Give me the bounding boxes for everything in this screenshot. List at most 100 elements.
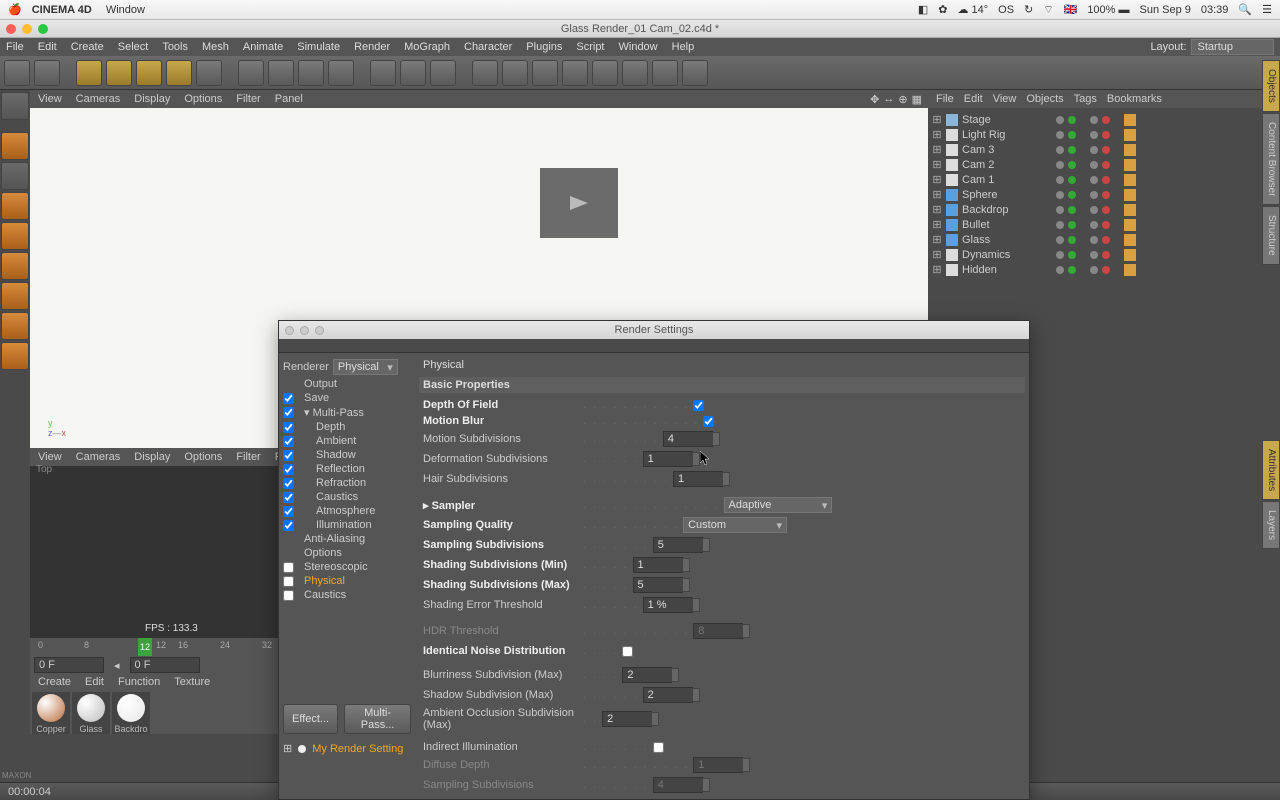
wifi-icon[interactable]: ⌔ [1043,3,1053,17]
property-input[interactable] [673,471,723,487]
tab-attributes[interactable]: Attributes [1262,440,1280,500]
vp-display[interactable]: Display [134,93,170,105]
property-input[interactable] [602,711,652,727]
render-tree-item[interactable]: Refraction [281,476,413,490]
preset-icon[interactable]: ⊞ [283,742,292,755]
notifications-icon[interactable]: ☰ [1262,3,1272,16]
vp-nav-icon[interactable]: ⊕ [898,93,907,106]
axis-mode[interactable] [1,312,29,340]
z-axis-lock[interactable] [298,60,324,86]
property-input[interactable] [643,597,693,613]
spinner[interactable] [702,778,710,792]
menu-create[interactable]: Create [71,41,104,53]
coord-system[interactable] [328,60,354,86]
point-mode[interactable] [1,222,29,250]
close-button[interactable] [6,24,16,34]
sync-icon[interactable]: ↻ [1024,3,1033,16]
tab-structure[interactable]: Structure [1262,206,1280,265]
property-input[interactable] [633,557,683,573]
property-select[interactable]: Adaptive [724,497,833,513]
render-tree-item[interactable]: Illumination [281,518,413,532]
property-input[interactable] [622,667,672,683]
vp-nav-icon[interactable]: ✥ [870,93,879,106]
material-swatch[interactable]: Copper [32,692,70,734]
spinner[interactable] [742,758,750,772]
material-swatch[interactable]: Backdro [112,692,150,734]
menu-file[interactable]: File [6,41,24,53]
vp-options[interactable]: Options [184,451,222,463]
y-axis-lock[interactable] [268,60,294,86]
spinner[interactable] [651,712,659,726]
property-input[interactable] [633,577,683,593]
vp-nav-icon[interactable]: ▦ [912,93,922,106]
render-tree-item[interactable]: Caustics [281,588,413,602]
spotlight-icon[interactable]: 🔍 [1238,3,1252,16]
layout-select[interactable]: Startup [1191,39,1274,55]
flag-icon[interactable]: 🇬🇧 [1064,3,1078,16]
dialog-minimize[interactable] [300,326,309,335]
vp-options[interactable]: Options [184,93,222,105]
menu-select[interactable]: Select [118,41,149,53]
object-row[interactable]: ⊞ Cam 3 [932,142,1276,157]
render-tree-item[interactable]: Save [281,391,413,405]
object-row[interactable]: ⊞ Sphere [932,187,1276,202]
render-picture-viewer[interactable] [400,60,426,86]
menu-mograph[interactable]: MoGraph [404,41,450,53]
spinner[interactable] [702,538,710,552]
add-deformer[interactable] [592,60,618,86]
object-row[interactable]: ⊞ Cam 2 [932,157,1276,172]
menu-animate[interactable]: Animate [243,41,283,53]
polygon-mode[interactable] [1,282,29,310]
tab-layers[interactable]: Layers [1262,501,1280,549]
preset-name[interactable]: My Render Setting [312,743,403,755]
menu-render[interactable]: Render [354,41,390,53]
render-settings-button[interactable] [430,60,456,86]
redo-button[interactable] [34,60,60,86]
x-axis-lock[interactable] [238,60,264,86]
spinner[interactable] [682,558,690,572]
property-input[interactable] [653,537,703,553]
property-input[interactable] [643,687,693,703]
multipass-button[interactable]: Multi-Pass... [344,704,411,734]
menu-plugins[interactable]: Plugins [526,41,562,53]
menu-tools[interactable]: Tools [162,41,188,53]
spinner[interactable] [722,472,730,486]
object-row[interactable]: ⊞ Hidden [932,262,1276,277]
menubar-icon[interactable]: ◧ [918,3,928,16]
vp-filter[interactable]: Filter [236,93,260,105]
material-swatch[interactable]: Glass [72,692,110,734]
renderer-select[interactable]: Physical [333,359,398,375]
dialog-titlebar[interactable]: Render Settings [279,321,1029,339]
undo-button[interactable] [4,60,30,86]
dialog-zoom[interactable] [315,326,324,335]
vp-panel[interactable]: Panel [275,93,303,105]
edge-mode[interactable] [1,252,29,280]
property-input[interactable] [653,777,703,793]
live-select-tool[interactable] [76,60,102,86]
model-mode[interactable] [1,132,29,160]
spinner[interactable] [692,452,700,466]
dialog-close[interactable] [285,326,294,335]
render-tree-item[interactable]: Output [281,377,413,391]
mat-function[interactable]: Function [118,676,160,688]
menu-edit[interactable]: Edit [38,41,57,53]
add-spline[interactable] [502,60,528,86]
add-light[interactable] [682,60,708,86]
om-bookmarks[interactable]: Bookmarks [1107,93,1162,105]
add-array[interactable] [562,60,588,86]
object-mode[interactable] [1,192,29,220]
mac-app-name[interactable]: CINEMA 4D [32,4,92,16]
menu-window[interactable]: Window [619,41,658,53]
render-tree-item[interactable]: Physical [281,574,413,588]
add-environment[interactable] [622,60,648,86]
spinner[interactable] [682,578,690,592]
render-tree-item[interactable]: Ambient [281,434,413,448]
effect-button[interactable]: Effect... [283,704,338,734]
vp-nav-icon[interactable]: ↔ [883,93,894,106]
property-checkbox[interactable] [703,416,714,427]
current-frame-input-2[interactable] [130,657,200,673]
vp-display[interactable]: Display [134,451,170,463]
render-view[interactable] [370,60,396,86]
vp-view[interactable]: View [38,451,62,463]
vp-filter[interactable]: Filter [236,451,260,463]
